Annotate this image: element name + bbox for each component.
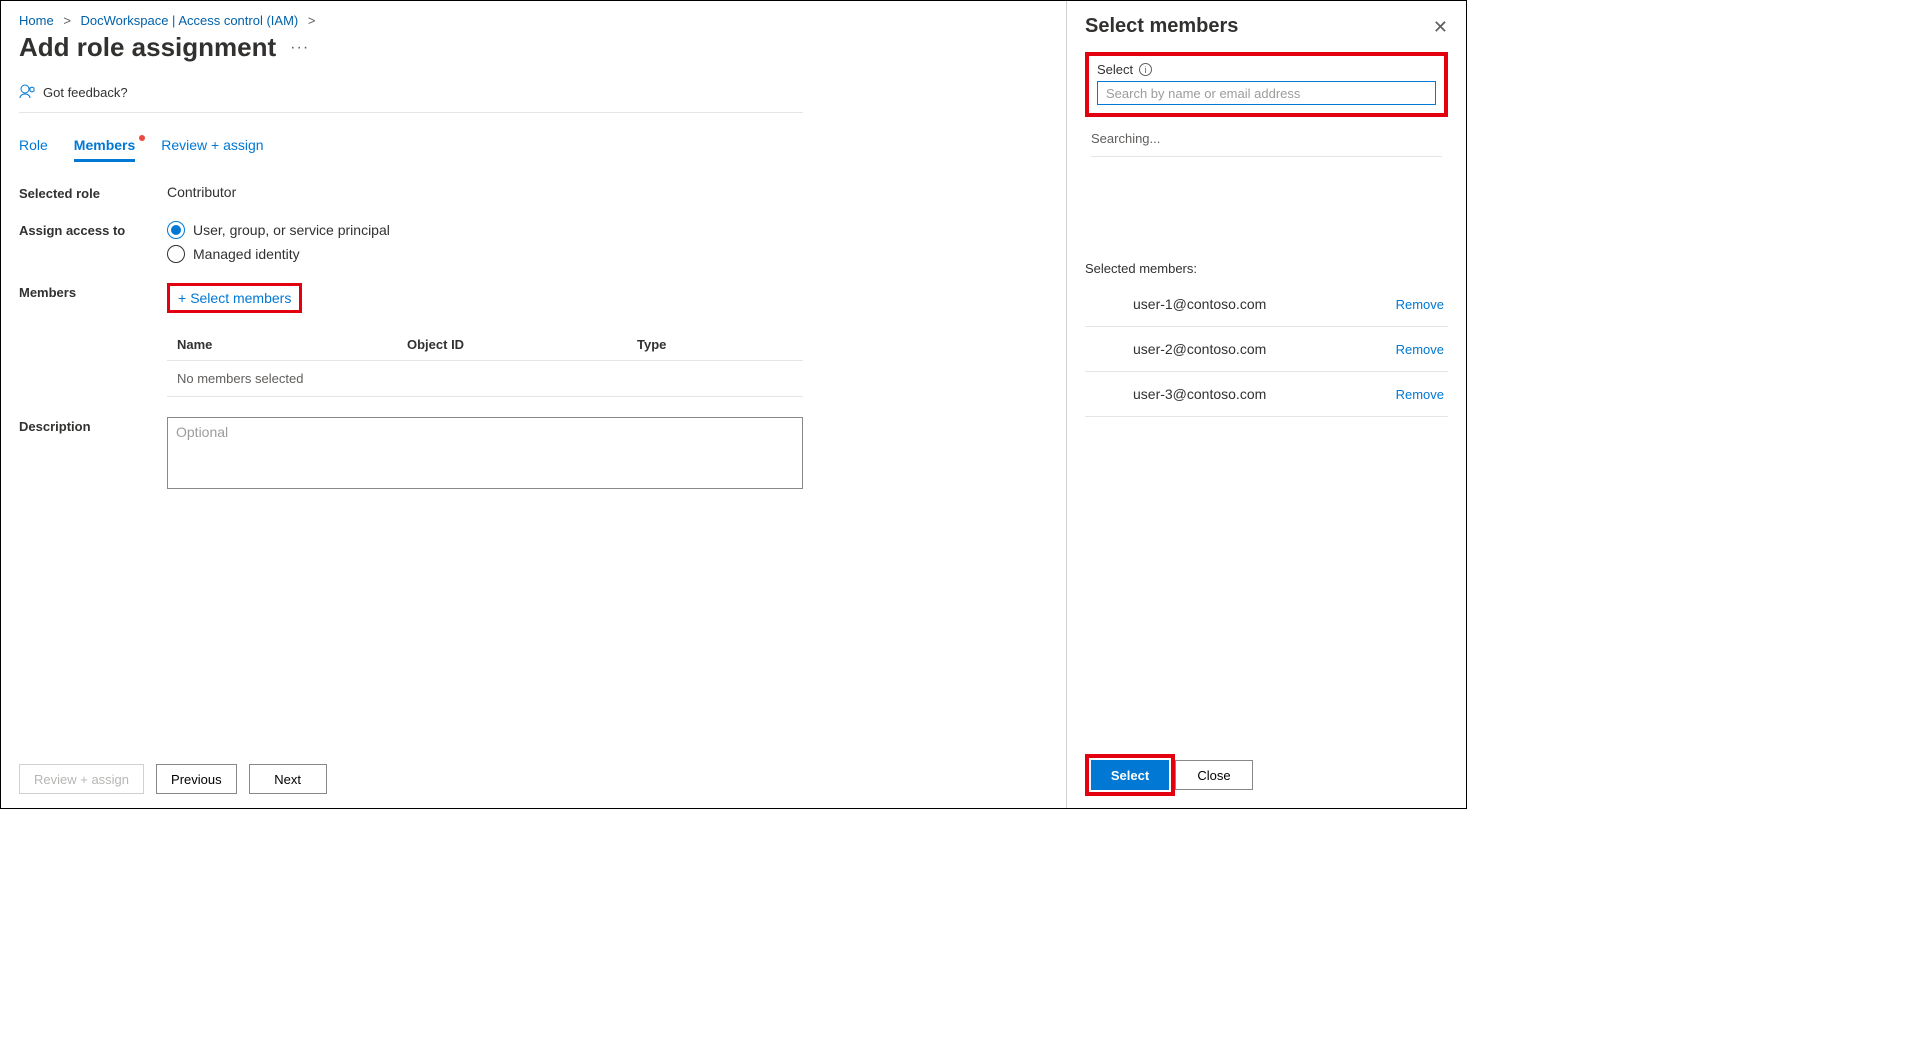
panel-spacer [1085,417,1448,736]
panel-header: Select members ✕ [1067,1,1466,46]
row-members: Members + Select members Name Object ID … [19,283,803,397]
page-title: Add role assignment [19,32,276,63]
radio-user-group-sp[interactable]: User, group, or service principal [167,221,803,239]
assign-access-radio-group: User, group, or service principal Manage… [167,221,803,263]
radio-managed-label: Managed identity [193,246,300,262]
panel-title: Select members [1085,15,1238,38]
description-label: Description [19,417,167,434]
close-button[interactable]: Close [1175,760,1253,790]
selected-member-item: user-2@contoso.com Remove [1085,327,1448,372]
select-members-highlight: + Select members [167,283,302,313]
selected-member-item: user-1@contoso.com Remove [1085,282,1448,327]
feedback-link[interactable]: Got feedback? [19,83,803,113]
row-description: Description [19,417,803,492]
previous-button[interactable]: Previous [156,764,237,794]
remove-member-link[interactable]: Remove [1396,387,1444,402]
select-members-link-label: Select members [190,290,291,306]
search-section-highlight: Select i [1085,52,1448,117]
more-actions-icon[interactable]: ··· [290,39,309,57]
tab-members[interactable]: Members [74,131,135,162]
radio-user-label: User, group, or service principal [193,222,390,238]
members-label: Members [19,283,167,300]
selected-role-value: Contributor [167,184,803,200]
remove-member-link[interactable]: Remove [1396,342,1444,357]
info-icon[interactable]: i [1139,63,1152,76]
description-input[interactable] [167,417,803,489]
radio-managed-identity[interactable]: Managed identity [167,245,803,263]
modified-dot-icon [139,135,145,141]
search-input[interactable] [1097,81,1436,105]
breadcrumb-home[interactable]: Home [19,13,54,28]
page-title-row: Add role assignment ··· [19,32,803,63]
app-root: Home > DocWorkspace | Access control (IA… [0,0,1467,809]
members-table: Name Object ID Type No members selected [167,329,803,397]
assign-access-label: Assign access to [19,221,167,238]
breadcrumb-workspace[interactable]: DocWorkspace | Access control (IAM) [81,13,299,28]
col-header-type: Type [637,337,793,352]
members-table-header: Name Object ID Type [167,329,803,361]
col-header-name: Name [177,337,407,352]
members-empty-text: No members selected [167,361,803,397]
col-header-object-id: Object ID [407,337,637,352]
select-members-link[interactable]: + Select members [178,290,291,306]
tab-review-assign[interactable]: Review + assign [161,131,263,162]
next-button[interactable]: Next [249,764,327,794]
select-button-highlight: Select [1085,754,1175,796]
panel-footer: Select Close [1067,742,1466,808]
remove-member-link[interactable]: Remove [1396,297,1444,312]
footer-buttons: Review + assign Previous Next [19,764,327,794]
selected-member-item: user-3@contoso.com Remove [1085,372,1448,417]
feedback-icon [19,83,35,102]
selected-member-name: user-1@contoso.com [1089,296,1266,312]
selected-role-label: Selected role [19,184,167,201]
select-members-panel: Select members ✕ Select i Searching... S… [1066,1,1466,808]
feedback-label: Got feedback? [43,85,128,100]
selected-members-title: Selected members: [1085,261,1448,276]
radio-unchecked-icon [167,245,185,263]
panel-body: Select i Searching... Selected members: … [1067,46,1466,742]
tab-members-label: Members [74,137,135,153]
close-icon[interactable]: ✕ [1433,18,1448,36]
tab-role[interactable]: Role [19,131,48,162]
row-assign-access: Assign access to User, group, or service… [19,221,803,263]
review-assign-button[interactable]: Review + assign [19,764,144,794]
chevron-right-icon: > [63,13,71,28]
tabs: Role Members Review + assign [19,131,803,162]
selected-member-name: user-2@contoso.com [1089,341,1266,357]
plus-icon: + [178,290,186,306]
radio-checked-icon [167,221,185,239]
form-area: Selected role Contributor Assign access … [19,184,803,492]
chevron-right-icon: > [308,13,316,28]
select-button[interactable]: Select [1091,760,1169,790]
row-selected-role: Selected role Contributor [19,184,803,201]
main-content: Home > DocWorkspace | Access control (IA… [1,1,821,808]
selected-member-name: user-3@contoso.com [1089,386,1266,402]
search-label: Select [1097,62,1133,77]
searching-status: Searching... [1091,131,1442,157]
search-label-row: Select i [1097,62,1436,77]
breadcrumb: Home > DocWorkspace | Access control (IA… [19,13,803,28]
